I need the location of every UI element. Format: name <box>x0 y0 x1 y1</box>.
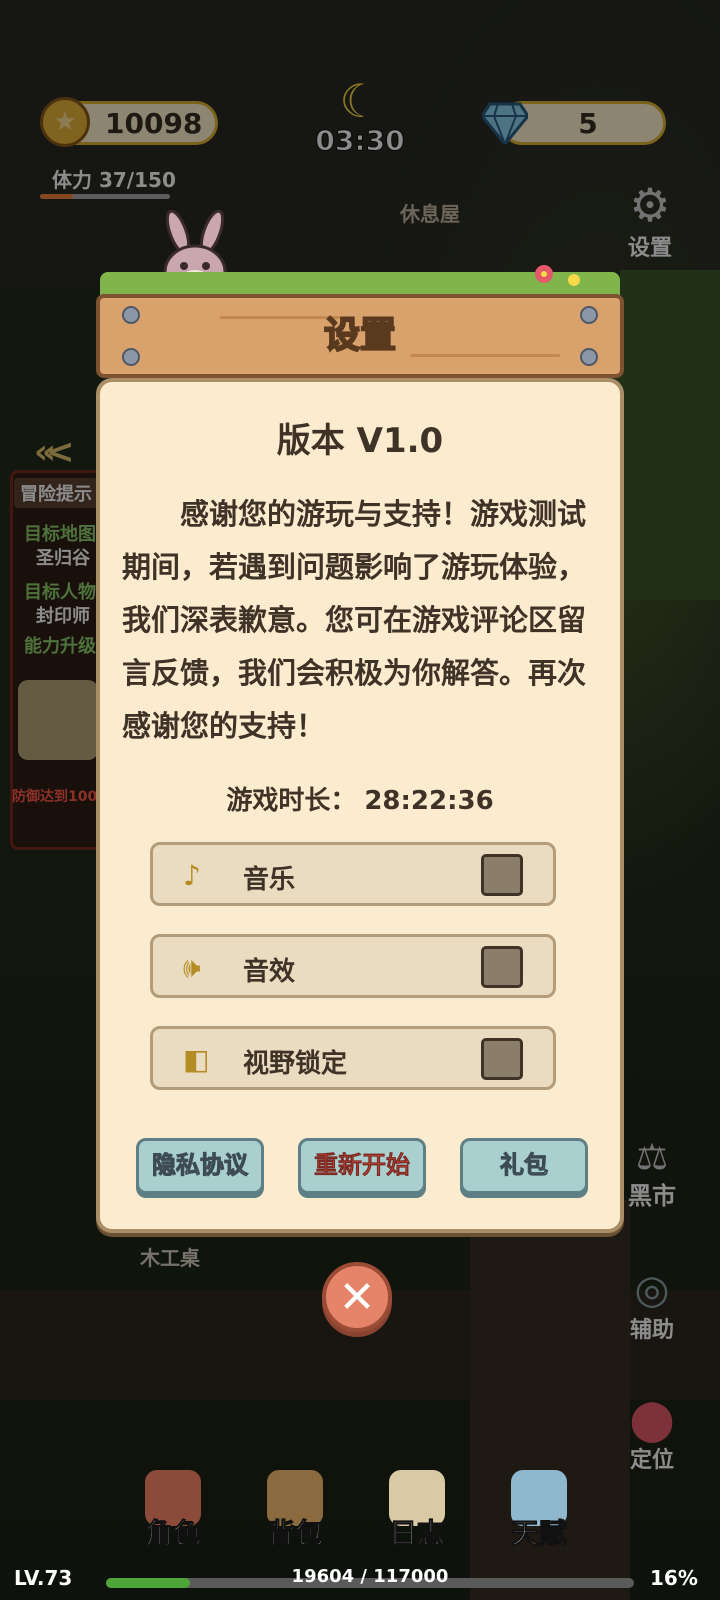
gift-pack-button[interactable]: 礼包 <box>460 1138 588 1194</box>
dialog-title: 设置 <box>323 314 397 357</box>
speaker-icon: 🕪 <box>183 951 201 984</box>
camera-lock-icon: ◧ <box>183 1043 210 1076</box>
level-label: LV.73 <box>14 1566 73 1590</box>
playtime-value: 28:22:36 <box>364 786 494 816</box>
xp-text: 19604 / 117000 <box>291 1566 449 1587</box>
nav-role[interactable]: 角色 <box>128 1470 218 1552</box>
version-text: 版本 V1.0 <box>276 421 444 461</box>
camera-lock-checkbox[interactable] <box>481 1038 523 1080</box>
restart-button[interactable]: 重新开始 <box>298 1138 426 1194</box>
sfx-label: 音效 <box>243 957 296 987</box>
privacy-policy-button[interactable]: 隐私协议 <box>136 1138 264 1194</box>
music-note-icon: ♪ <box>183 859 201 892</box>
close-icon: ✕ <box>338 1271 376 1323</box>
nav-talent-label: 天赋 <box>510 1517 567 1551</box>
nav-log[interactable]: 日志 <box>372 1470 462 1552</box>
sfx-checkbox[interactable] <box>481 946 523 988</box>
music-setting-row[interactable]: ♪ 音乐 <box>150 842 556 906</box>
nav-talent[interactable]: 天赋 <box>494 1470 584 1552</box>
camera-lock-label: 视野锁定 <box>243 1049 348 1079</box>
music-checkbox[interactable] <box>481 854 523 896</box>
music-label: 音乐 <box>243 865 296 895</box>
flower-decoration <box>535 265 580 286</box>
nav-bag-label: 背包 <box>266 1517 323 1551</box>
playtime: 游戏时长： 28:22:36 <box>96 780 624 817</box>
sfx-setting-row[interactable]: 🕪 音效 <box>150 934 556 998</box>
nav-bag[interactable]: 背包 <box>250 1470 340 1552</box>
close-button[interactable]: ✕ <box>322 1262 392 1332</box>
xp-percent: 16% <box>650 1566 698 1590</box>
nav-role-label: 角色 <box>144 1517 201 1551</box>
camera-lock-setting-row[interactable]: ◧ 视野锁定 <box>150 1026 556 1090</box>
nav-log-label: 日志 <box>388 1517 445 1551</box>
playtime-label: 游戏时长： <box>226 786 357 816</box>
thanks-message: 感谢您的游玩与支持！游戏测试期间，若遇到问题影响了游玩体验，我们深表歉意。您可在… <box>122 497 587 743</box>
